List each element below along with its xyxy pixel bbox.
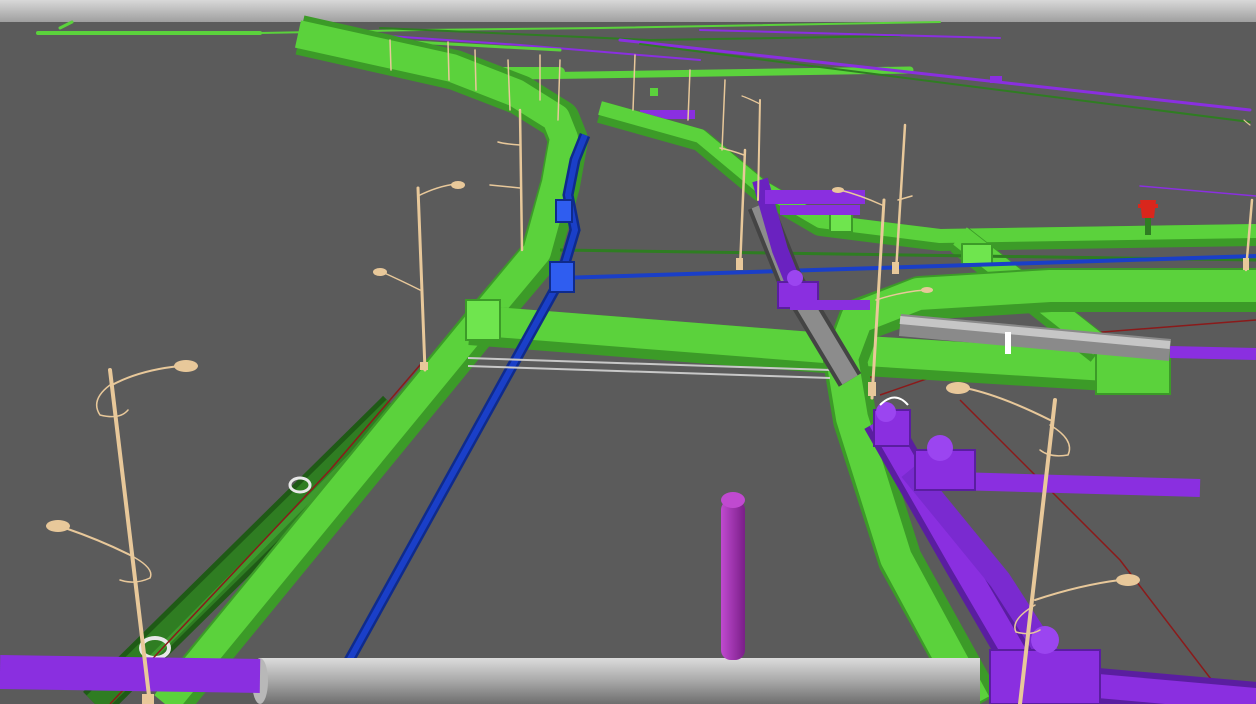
magenta-pipe[interactable]: [721, 492, 745, 660]
sky: [0, 0, 1256, 24]
3d-viewport[interactable]: [0, 0, 1256, 704]
bracket: [1005, 332, 1011, 354]
utility-network-scene[interactable]: [0, 0, 1256, 704]
